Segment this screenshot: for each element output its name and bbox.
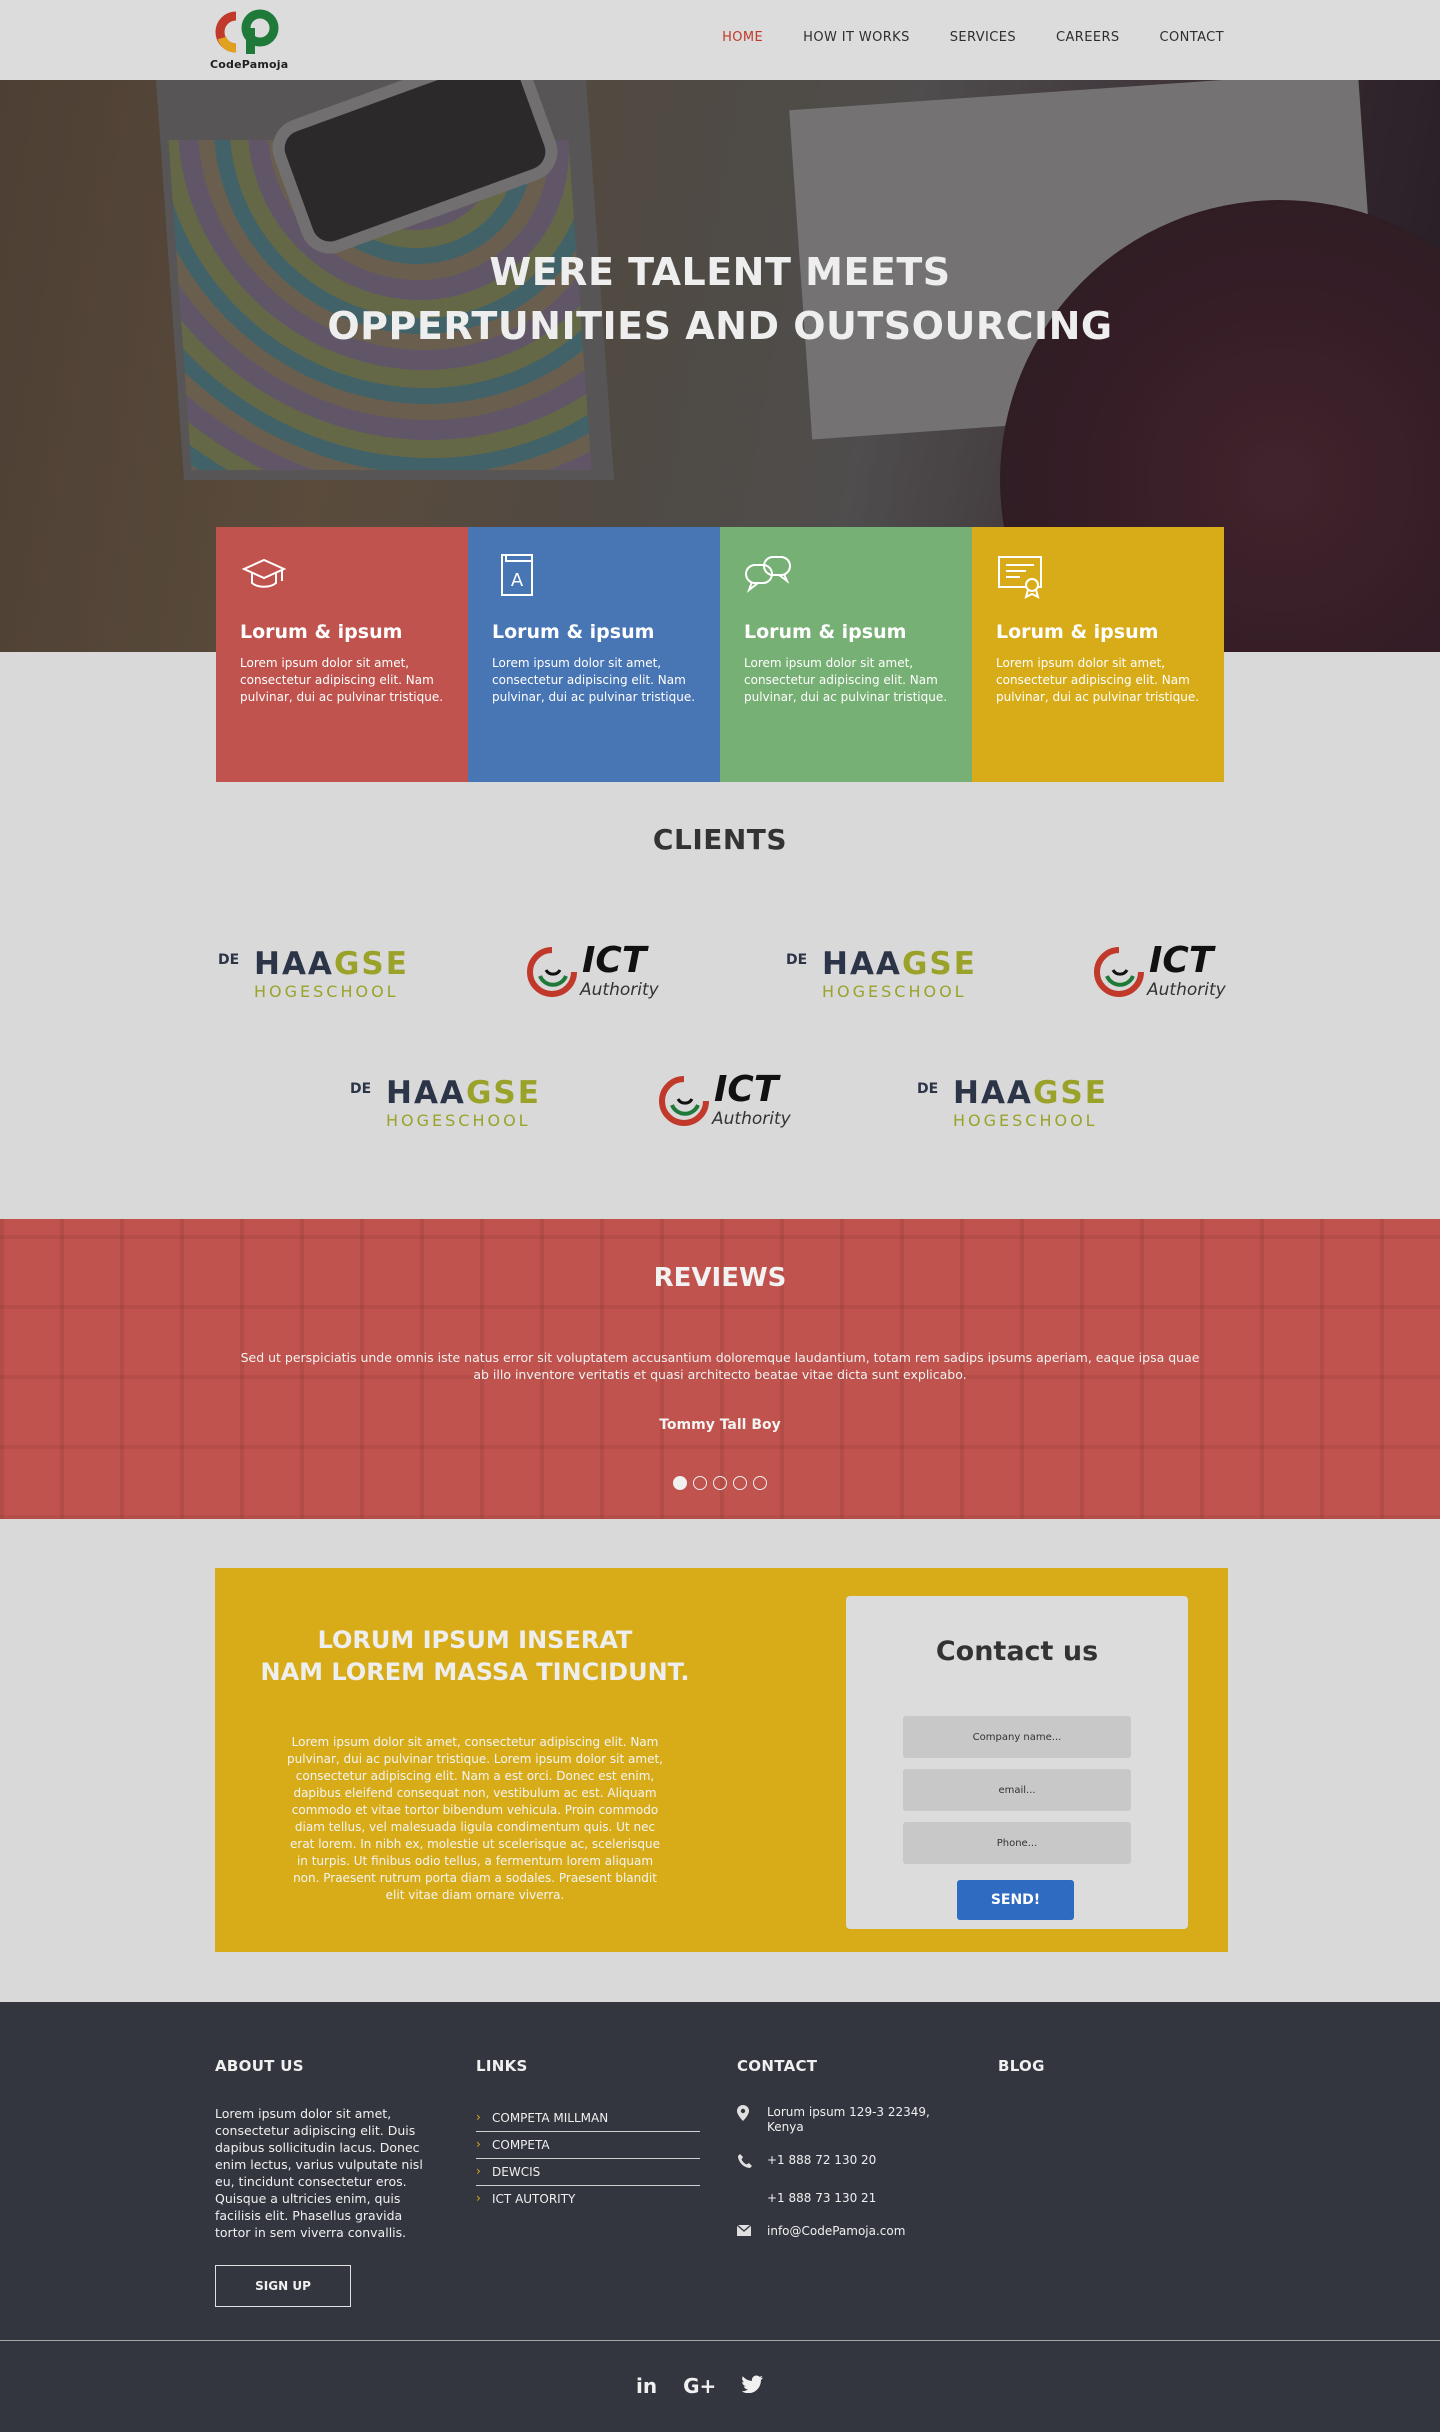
review-carousel-dots (673, 1476, 767, 1490)
client-logo-haagse[interactable]: DE HAAGSE HOGESCHOOL (917, 1075, 1107, 1139)
feature-card-1[interactable]: Lorum & ipsum Lorem ipsum dolor sit amet… (216, 527, 468, 782)
twitter-icon[interactable] (741, 2374, 764, 2398)
footer-link[interactable]: › DEWCIS (476, 2159, 700, 2186)
graduation-cap-icon (241, 558, 287, 588)
footer-phone-2: +1 888 73 130 21 (767, 2191, 877, 2205)
chevron-right-icon: › (476, 2110, 481, 2124)
nav-home[interactable]: HOME (722, 30, 763, 45)
cta-body: Lorem ipsum dolor sit amet, consectetur … (287, 1735, 663, 1902)
footer-about-text: Lorem ipsum dolor sit amet, consectetur … (215, 2106, 423, 2240)
feature-card-3[interactable]: Lorum & ipsum Lorem ipsum dolor sit amet… (720, 527, 972, 782)
social-links: in G+ (636, 2374, 764, 2398)
hero-title: WERE TALENT MEETS OPPERTUNITIES AND OUTS… (327, 250, 1113, 348)
review-author: Tommy Tall Boy (659, 1417, 781, 1433)
client-logo-haagse[interactable]: DE HAAGSE HOGESCHOOL (218, 946, 408, 1010)
brand-name: CodePamoja (210, 58, 289, 71)
google-plus-icon[interactable]: G+ (683, 2374, 716, 2398)
carousel-dot[interactable] (753, 1476, 767, 1490)
send-button[interactable]: SEND! (957, 1880, 1074, 1920)
client-logo-haagse[interactable]: DE HAAGSE HOGESCHOOL (786, 946, 976, 1010)
chevron-right-icon: › (476, 2164, 481, 2178)
map-pin-icon (737, 2105, 767, 2125)
top-navbar: CodePamoja HOME HOW IT WORKS SERVICES CA… (0, 0, 1440, 80)
chevron-right-icon: › (476, 2137, 481, 2151)
clients-title: CLIENTS (652, 823, 788, 856)
svg-text:A: A (511, 570, 524, 591)
carousel-dot[interactable] (693, 1476, 707, 1490)
client-logo-haagse[interactable]: DE HAAGSE HOGESCHOOL (350, 1075, 540, 1139)
ict-swirl-icon (527, 947, 577, 997)
nav-contact[interactable]: CONTACT (1160, 30, 1224, 45)
book-icon: A (501, 554, 533, 596)
cta-heading: LORUM IPSUM INSERAT NAM LOREM MASSA TINC… (260, 1626, 690, 1686)
envelope-icon (736, 2224, 767, 2240)
footer-about-title: ABOUT US (215, 2057, 304, 2075)
footer-link[interactable]: › COMPETA MILLMAN (476, 2105, 700, 2132)
certificate-icon (998, 556, 1042, 599)
chevron-right-icon: › (476, 2191, 481, 2205)
footer-link[interactable]: › ICT AUTORITY (476, 2186, 700, 2212)
footer-phone-1: +1 888 72 130 20 (767, 2153, 877, 2167)
logo-mark-icon (215, 9, 279, 54)
contact-form-title: Contact us (935, 1636, 1099, 1667)
main-menu: HOME HOW IT WORKS SERVICES CAREERS CONTA… (722, 30, 1224, 45)
footer-links-title: LINKS (476, 2057, 528, 2075)
nav-how-it-works[interactable]: HOW IT WORKS (803, 30, 910, 45)
footer-divider (0, 2340, 1440, 2341)
email-input[interactable] (903, 1769, 1131, 1811)
footer-address: Lorum ipsum 129-3 22349, Kenya (767, 2105, 930, 2134)
sign-up-button[interactable]: SIGN UP (215, 2265, 351, 2307)
company-name-input[interactable] (903, 1716, 1131, 1758)
feature-card-4[interactable]: Lorum & ipsum Lorem ipsum dolor sit amet… (972, 527, 1224, 782)
client-logo-ict[interactable]: ICT Authority (526, 940, 716, 1008)
nav-services[interactable]: SERVICES (950, 30, 1016, 45)
carousel-dot[interactable] (713, 1476, 727, 1490)
carousel-dot[interactable] (673, 1476, 687, 1490)
phone-icon (737, 2153, 767, 2173)
ict-swirl-icon (1094, 947, 1144, 997)
footer-contact: CONTACT Lorum ipsum 129-3 22349, Kenya +… (736, 2057, 937, 2258)
reviews-section: REVIEWS Sed ut perspiciatis unde omnis i… (0, 1219, 1440, 1519)
contact-section: LORUM IPSUM INSERAT NAM LOREM MASSA TINC… (215, 1568, 1228, 1952)
footer-email[interactable]: info@CodePamoja.com (767, 2224, 937, 2239)
footer-about: ABOUT US Lorem ipsum dolor sit amet, con… (215, 2057, 425, 2307)
client-logo-ict[interactable]: ICT Authority (1093, 940, 1283, 1008)
contact-form: Contact us SEND! (846, 1596, 1188, 1929)
footer-blog-title: BLOG (998, 2057, 1045, 2075)
linkedin-icon[interactable]: in (636, 2374, 657, 2398)
footer: ABOUT US Lorem ipsum dolor sit amet, con… (0, 2002, 1440, 2432)
footer-blog: BLOG (998, 2057, 1045, 2105)
codepamoja-logo[interactable]: CodePamoja (210, 8, 290, 74)
footer-link[interactable]: › COMPETA (476, 2132, 700, 2159)
feature-card-2[interactable]: A Lorum & ipsum Lorem ipsum dolor sit am… (468, 527, 720, 782)
phone-input[interactable] (903, 1822, 1131, 1864)
feature-cards: Lorum & ipsum Lorem ipsum dolor sit amet… (216, 527, 1224, 782)
reviews-title: REVIEWS (653, 1263, 787, 1293)
nav-careers[interactable]: CAREERS (1056, 30, 1120, 45)
client-logo-ict[interactable]: ICT Authority (658, 1069, 848, 1137)
review-quote: Sed ut perspiciatis unde omnis iste natu… (240, 1350, 1200, 1382)
chat-bubbles-icon (745, 556, 791, 593)
ict-swirl-icon (659, 1076, 709, 1126)
carousel-dot[interactable] (733, 1476, 747, 1490)
footer-links: LINKS › COMPETA MILLMAN › COMPETA › DEWCIS … (476, 2057, 700, 2212)
footer-contact-title: CONTACT (737, 2057, 818, 2075)
